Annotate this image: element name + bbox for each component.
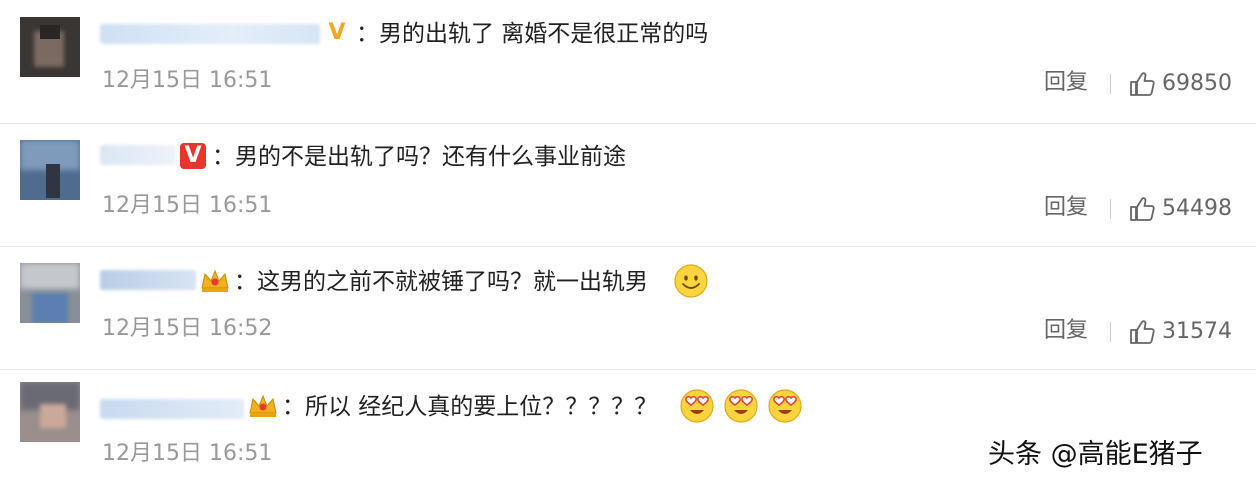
colon: ： xyxy=(282,394,305,420)
like-button[interactable]: 69850 xyxy=(1128,70,1238,100)
action-divider xyxy=(1110,199,1111,219)
action-divider xyxy=(1110,322,1111,342)
comment-body: 这男的之前不就被锤了吗？就一出轨男 xyxy=(257,269,648,295)
reply-button[interactable]: 回复 xyxy=(1044,70,1088,96)
avatar[interactable] xyxy=(20,382,80,442)
like-button[interactable]: 54498 xyxy=(1128,195,1238,225)
colon: ： xyxy=(212,144,235,170)
comment-body: 所以 经纪人真的要上位？？？？？ xyxy=(305,394,658,420)
username-redacted[interactable] xyxy=(100,24,320,44)
timestamp: 12月15日 16:51 xyxy=(102,441,273,466)
reply-button[interactable]: 回复 xyxy=(1044,195,1088,221)
comment-item: ：这男的之前不就被锤了吗？就一出轨男 12月15日 16:52 回复 31574 xyxy=(0,246,1256,370)
avatar[interactable] xyxy=(20,263,80,323)
like-count: 69850 xyxy=(1162,71,1232,96)
username-redacted[interactable] xyxy=(100,399,244,419)
colon: ： xyxy=(356,21,379,47)
comment-text: ：所以 经纪人真的要上位？？？？？ xyxy=(282,393,657,421)
smile-emoji-icon xyxy=(674,264,708,298)
heart-eyes-emoji-icon xyxy=(680,389,714,423)
avatar[interactable] xyxy=(20,17,80,77)
username-redacted[interactable] xyxy=(100,145,176,165)
avatar[interactable] xyxy=(20,140,80,200)
comment-item: ：所以 经纪人真的要上位？？？？？ 12月15日 16:51 xyxy=(0,369,1256,492)
comment-item: V ：男的不是出轨了吗？还有什么事业前途 12月15日 16:51 回复 544… xyxy=(0,123,1256,247)
action-divider xyxy=(1110,74,1111,94)
comment-text: ：男的不是出轨了吗？还有什么事业前途 xyxy=(212,143,626,171)
crown-badge-icon xyxy=(201,269,229,292)
timestamp: 12月15日 16:51 xyxy=(102,68,273,93)
like-count: 54498 xyxy=(1162,196,1232,221)
thumbs-up-icon xyxy=(1130,197,1155,221)
comment-body: 男的不是出轨了吗？还有什么事业前途 xyxy=(235,144,626,170)
thumbs-up-icon xyxy=(1130,320,1155,344)
comment-text: ：男的出轨了 离婚不是很正常的吗 xyxy=(356,20,708,48)
heart-eyes-emoji-icon xyxy=(724,389,758,423)
comment-text: ：这男的之前不就被锤了吗？就一出轨男 xyxy=(234,268,648,296)
crown-badge-icon xyxy=(249,394,277,417)
comment-item: V ：男的出轨了 离婚不是很正常的吗 12月15日 16:51 回复 69850 xyxy=(0,0,1256,124)
like-count: 31574 xyxy=(1162,319,1232,344)
username-redacted[interactable] xyxy=(100,270,196,290)
timestamp: 12月15日 16:52 xyxy=(102,316,273,341)
timestamp: 12月15日 16:51 xyxy=(102,193,273,218)
colon: ： xyxy=(234,269,257,295)
like-button[interactable]: 31574 xyxy=(1128,318,1238,348)
heart-eyes-emoji-icon xyxy=(768,389,802,423)
verified-v-icon: V xyxy=(180,143,206,169)
thumbs-up-icon xyxy=(1130,72,1155,96)
reply-button[interactable]: 回复 xyxy=(1044,318,1088,344)
comment-body: 男的出轨了 离婚不是很正常的吗 xyxy=(379,21,709,47)
verified-v-icon: V xyxy=(328,20,346,45)
watermark: 头条 @高能E猪子 xyxy=(988,439,1203,470)
